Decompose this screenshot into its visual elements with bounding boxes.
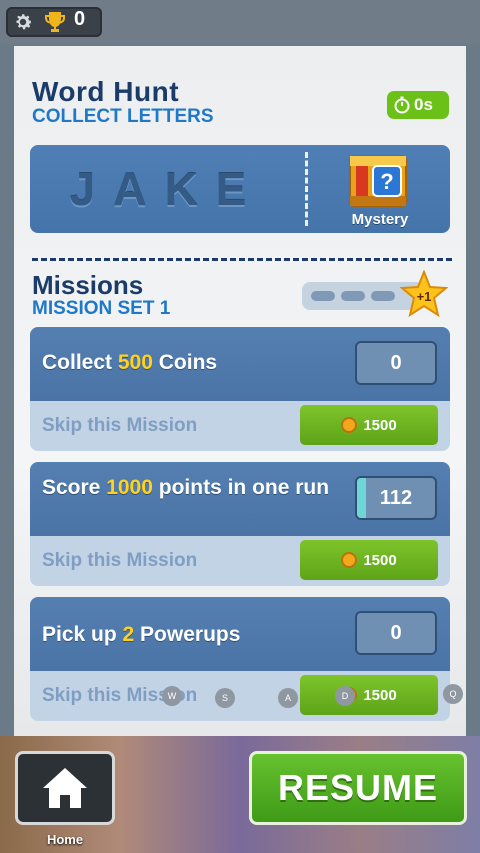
counter-value: 0 — [390, 621, 402, 644]
mission-target: 500 — [117, 351, 153, 374]
event-subtitle: COLLECT LETTERS — [32, 106, 214, 127]
key-hint-d: D — [335, 686, 355, 706]
word-letters: JAKE — [69, 163, 265, 215]
counter-value: 112 — [379, 486, 413, 509]
event-timer: 0s — [387, 91, 449, 119]
home-label: Home — [46, 832, 84, 847]
key-hint-s: S — [215, 688, 235, 708]
counter-progress-fill — [357, 478, 366, 518]
mystery-reward-label: Mystery — [351, 211, 409, 228]
mission-counter: 0 — [355, 611, 437, 655]
skip-mission-button[interactable]: 1500 — [300, 405, 438, 445]
skip-cost: 1500 — [363, 416, 397, 434]
counter-value: 0 — [390, 351, 402, 374]
progress-slot-2 — [341, 291, 365, 301]
skip-mission-button[interactable]: 1500 — [300, 540, 438, 580]
key-hint-a: A — [278, 688, 298, 708]
svg-text:?: ? — [380, 169, 393, 194]
skip-mission-label: Skip this Mission — [42, 415, 198, 436]
word-divider — [305, 152, 308, 226]
skip-cost: 1500 — [363, 686, 397, 704]
star-multiplier-text: +1 — [417, 289, 432, 304]
timer-value: 0s — [414, 95, 433, 114]
skip-cost: 1500 — [363, 551, 397, 569]
home-button[interactable] — [15, 751, 115, 825]
key-hint-q: Q — [443, 684, 463, 704]
missions-title: Missions — [32, 270, 144, 300]
trophy-count: 0 — [74, 8, 86, 30]
mystery-box-icon: ? — [349, 155, 407, 207]
mission-description: Pick up 2 Powerups — [42, 623, 241, 646]
missions-subtitle: MISSION SET 1 — [32, 298, 171, 319]
gear-icon[interactable] — [12, 11, 34, 33]
mission-description: Collect 500 Coins — [42, 351, 218, 374]
mission-card-1: Collect 500 Coins 0 Skip this Mission 15… — [30, 327, 450, 451]
mission-counter: 0 — [355, 341, 437, 385]
resume-button[interactable]: RESUME — [249, 751, 467, 825]
coin-icon — [341, 417, 358, 433]
key-hint-w: W — [162, 686, 182, 706]
progress-slot-1 — [311, 291, 335, 301]
coin-icon — [341, 552, 358, 568]
mission-target: 1000 — [106, 476, 153, 499]
mission-target: 2 — [122, 623, 135, 646]
trophy-icon — [45, 12, 65, 32]
skip-mission-button[interactable]: 1500 — [300, 675, 438, 715]
section-divider — [32, 258, 452, 261]
mission-card-2: Score 1000 points in one run 112 Skip th… — [30, 462, 450, 586]
stopwatch-icon — [394, 96, 410, 114]
mission-description: Score 1000 points in one run — [42, 476, 330, 499]
event-title: Word Hunt — [32, 76, 180, 107]
mission-counter: 112 — [355, 476, 437, 520]
star-multiplier-icon: +1 — [400, 270, 448, 318]
mission-card-3: Pick up 2 Powerups 0 Skip this Mission 1… — [30, 597, 450, 721]
home-icon — [43, 768, 87, 808]
progress-slot-3 — [371, 291, 395, 301]
skip-mission-label: Skip this Mission — [42, 550, 198, 571]
